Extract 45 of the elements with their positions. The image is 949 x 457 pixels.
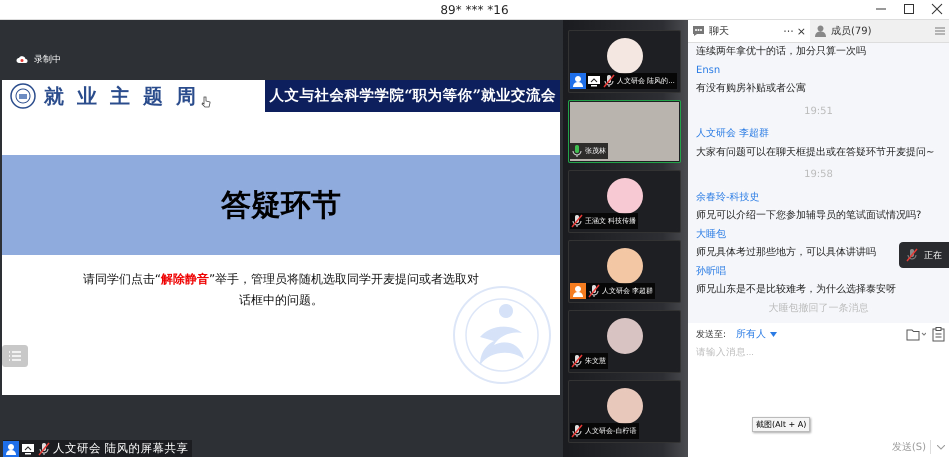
sender-name[interactable]: 余春玲-科技史 (696, 188, 760, 207)
menu-icon[interactable] (935, 26, 945, 36)
sharer-name: 人文研会 陆风的屏幕共享 (53, 441, 189, 456)
dropdown-caret-icon[interactable] (937, 444, 945, 450)
chat-message: 师兄山东是不是比较难考，为什么选择泰安呀 (696, 282, 896, 297)
sender-name[interactable]: 孙昕唱 (696, 262, 726, 281)
recipient-dropdown[interactable]: 所有人 (736, 327, 778, 341)
clipboard-icon[interactable] (932, 326, 945, 342)
maximize-icon[interactable] (903, 3, 915, 15)
folder-icon[interactable] (906, 327, 926, 341)
chat-message: 有没有购房补贴或者公寓 (696, 82, 806, 96)
muted-microphone-icon (905, 248, 919, 262)
more-options-button[interactable]: ··· (783, 24, 794, 38)
send-to-label: 发送至: (696, 328, 726, 340)
person-icon (814, 25, 827, 37)
close-tab-button[interactable]: × (796, 24, 806, 38)
chat-message: 师兄可以介绍一下您参加辅导员的笔试面试情况吗? (696, 208, 922, 223)
close-icon[interactable] (931, 3, 943, 15)
timestamp: 19:58 (804, 168, 833, 182)
chat-bubble-icon (692, 25, 705, 37)
list-icon (8, 350, 22, 362)
watermark-emblem-icon (452, 285, 552, 385)
caret-icon (770, 332, 778, 336)
chat-message: 大家有问题可以在聊天框提出或在答疑环节开麦提问~ (696, 146, 934, 160)
recall-notice: 大睡包撤回了一条消息 (768, 302, 868, 316)
panel-tab[interactable]: 成员(79) (810, 20, 876, 42)
window-title: 89* *** *16 (440, 2, 509, 16)
slide-brand-title: 就 业 主 题 周 (44, 82, 199, 110)
slide-body-text: 请同学们点击“解除静音”举手，管理员将随机选取同学开麦提问或者选取对话框中的问题。 (82, 271, 480, 309)
recording-label: 录制中 (34, 54, 61, 66)
sender-name[interactable]: Ensn (696, 62, 720, 80)
slide-title: 答疑环节 (221, 186, 341, 224)
cloud-icon (16, 54, 28, 64)
university-emblem-icon (10, 83, 36, 109)
speaking-indicator-text: 正在 (924, 250, 942, 262)
sender-name[interactable]: 大睡包 (696, 226, 726, 244)
timestamp: 19:51 (804, 104, 833, 118)
hand-cursor-icon (201, 96, 211, 108)
sender-name[interactable]: 人文研会 李超群 (696, 125, 770, 144)
slide-banner: 人文与社会科学学院“职为等你”就业交流会 (265, 80, 560, 112)
chat-message: 师兄具体考过那些地方，可以具体讲讲吗 (696, 246, 876, 260)
message-input[interactable]: 请输入消息... (696, 345, 945, 359)
screenshot-tooltip: 截图(Alt + A) (752, 417, 810, 432)
panel-tab[interactable]: 聊天 ··· × (688, 20, 810, 42)
chat-message: 连续两年拿优十的话，加分只算一次吗 (696, 44, 866, 59)
